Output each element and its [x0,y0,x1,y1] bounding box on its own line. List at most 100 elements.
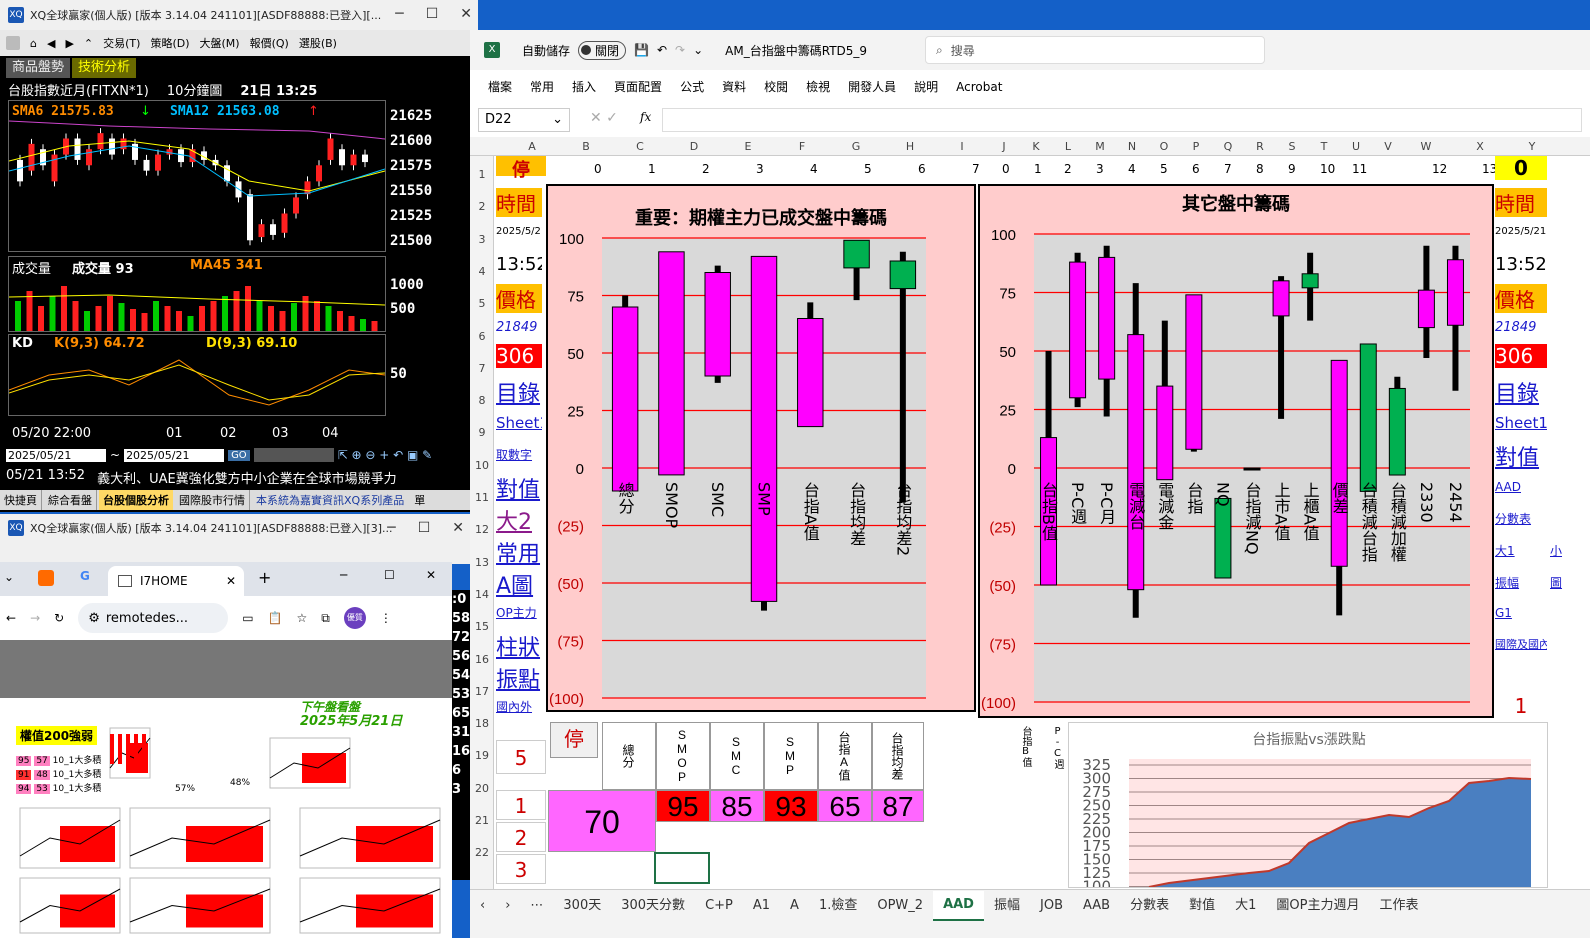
sheet-tab[interactable]: OPW_2 [867,892,933,920]
right-link-catalog[interactable]: 目錄 [1495,376,1547,408]
browser-tab-active[interactable]: I7HOME ✕ [108,566,244,596]
right-stop-cell[interactable]: 0 [1495,156,1547,180]
row-header[interactable]: 6 [470,330,494,343]
row-header[interactable]: 20 [470,782,494,795]
up-icon[interactable]: ⌃ [84,37,93,50]
right-link-amp[interactable]: 振幅 [1495,574,1547,591]
sheet-tab[interactable]: AAB [1073,892,1120,920]
more-icon[interactable]: ⋮ [380,611,392,625]
save-icon[interactable]: 💾 [634,43,649,57]
time-cell[interactable]: 時間 [496,188,542,217]
ribbon-tab[interactable]: 常用 [530,80,554,94]
bottom-tab[interactable]: 單 [410,490,429,510]
forward-icon[interactable]: ▶ [65,37,73,50]
reload-icon[interactable]: ↻ [54,611,64,625]
score-a-value[interactable]: 65 [818,790,872,822]
ribbon-tab[interactable]: 頁面配置 [614,80,662,94]
sheet-tab[interactable]: 1.檢查 [809,892,867,920]
column-header[interactable]: W [1414,137,1438,156]
header-avg-diff[interactable]: 台指均差 [872,722,924,790]
blogger-icon[interactable] [38,570,54,586]
cast-icon[interactable]: ▭ [242,611,253,625]
column-header[interactable]: M [1088,137,1112,156]
ribbon-tab[interactable]: 資料 [722,80,746,94]
sheet-tab[interactable]: JOB [1030,892,1073,920]
column-header[interactable]: N [1120,137,1144,156]
tab-market[interactable]: 商品盤勢 [6,58,71,78]
right-link-value[interactable]: 對值 [1495,440,1547,472]
ribbon-tab[interactable]: 公式 [680,80,704,94]
link-a-chart[interactable]: A圖 [496,568,542,600]
remote-desktop-view[interactable]: 下午盤看盤 2025年5月21日 權值200強弱 95 57 10_1大多積 9… [0,698,452,938]
stop-cell[interactable]: 停 [496,156,546,181]
row-header[interactable]: 10 [470,459,494,472]
column-header[interactable]: T [1312,137,1336,156]
column-header[interactable]: P [1184,137,1208,156]
cell-three[interactable]: 3 [496,854,546,884]
column-header[interactable]: A [520,137,544,156]
close-icon[interactable]: ✕ [426,568,436,582]
name-box[interactable]: D22 ⌄ [478,108,570,132]
column-header[interactable]: J [992,137,1016,156]
right-one-cell[interactable]: 1 [1495,694,1547,718]
sheet-tab[interactable]: AAD [933,890,984,921]
row-header[interactable]: 16 [470,653,494,666]
sheet-tab[interactable]: 300天分數 [611,892,695,920]
row-header[interactable]: 19 [470,749,494,762]
price-cell[interactable]: 價格 [496,284,542,313]
scrollbar[interactable] [253,448,334,462]
link-catalog[interactable]: 目錄 [496,376,542,408]
row-header[interactable]: 22 [470,846,494,859]
right-clock-cell[interactable]: 13:52 [1495,254,1547,275]
period[interactable]: 10分鐘圖 [167,80,223,99]
ribbon-tab[interactable]: 開發人員 [848,80,896,94]
link-big2[interactable]: 大2 [496,504,542,536]
column-header[interactable]: E [736,137,760,156]
column-header[interactable]: L [1056,137,1080,156]
right-link-chart[interactable]: 圖 [1550,574,1580,591]
column-header[interactable]: R [1248,137,1272,156]
star-icon[interactable]: ☆ [296,611,307,625]
excel-titlebar[interactable]: X 自動儲存 關閉 💾 ↶ ↷ ⌄ AM_台指盤中籌碼RTD5_9 ⌕ 搜尋 [470,30,1590,70]
link-common[interactable]: 常用 [496,536,542,568]
column-header[interactable]: F [790,137,814,156]
bottom-tab[interactable]: 國際股市行情 [175,490,250,510]
clipboard-icon[interactable]: 📋 [268,611,283,625]
toolbar-icons[interactable]: ⇱ ⊕ ⊖ + ↶ ▣ ✎ [338,448,433,462]
maximize-icon[interactable]: ☐ [418,520,431,536]
price-value-cell[interactable]: 21849 [496,320,542,335]
column-header[interactable]: V [1376,137,1400,156]
bottom-tab[interactable]: 快捷頁 [0,490,42,510]
header-smc[interactable]: SMC [710,722,764,790]
header-total[interactable]: 總分 [602,722,656,790]
bottom-tab[interactable]: 本系統為嘉實資訊XQ系列產品 [252,490,408,510]
sheet-tab[interactable]: 工作表 [1369,892,1428,920]
xq-titlebar[interactable]: XQ XQ全球贏家(個人版) [版本 3.14.04 241101][ASDF8… [0,0,478,30]
score-total[interactable]: 70 [548,790,656,852]
chart-other-frame[interactable]: 其它盤中籌碼 100 75 50 25 0 (25) (50) (75) (100) 台指B值 P-C… [978,184,1494,718]
price-chart[interactable] [8,100,386,252]
date-cell[interactable]: 2025/5/21 [496,226,542,237]
header-a-value[interactable]: 台指A值 [818,722,872,790]
minimize-icon[interactable]: ─ [387,520,395,536]
right-change-cell[interactable]: 306 [1495,344,1547,368]
row-header[interactable]: 11 [470,491,494,504]
more-sheets-icon[interactable]: ⋯ [520,892,553,920]
menu-quote[interactable]: 報價(Q) [250,35,289,51]
sheet-tab[interactable]: 大1 [1225,892,1266,920]
change-cell[interactable]: 306 [496,344,542,368]
column-header[interactable]: Q [1216,137,1240,156]
sheet-tab[interactable]: 對值 [1179,892,1225,920]
row-header[interactable]: 14 [470,588,494,601]
close-icon[interactable]: ✕ [452,520,464,536]
prev-sheet-icon[interactable]: ‹ [470,892,495,920]
mini-area-chart[interactable]: 台指振點vs漲跌點 325 300 275 250 225 200 175 150 125 100… [1068,722,1548,888]
column-header[interactable]: O [1152,137,1176,156]
table-stop[interactable]: 停 [550,722,598,758]
header-smp[interactable]: SMP [764,722,818,790]
minimize-icon[interactable]: ─ [340,568,347,582]
row-header[interactable]: 17 [470,685,494,698]
sheet-tab[interactable]: C+P [695,892,743,920]
column-header[interactable]: S [1280,137,1304,156]
right-link-small[interactable]: 小 [1550,542,1580,559]
